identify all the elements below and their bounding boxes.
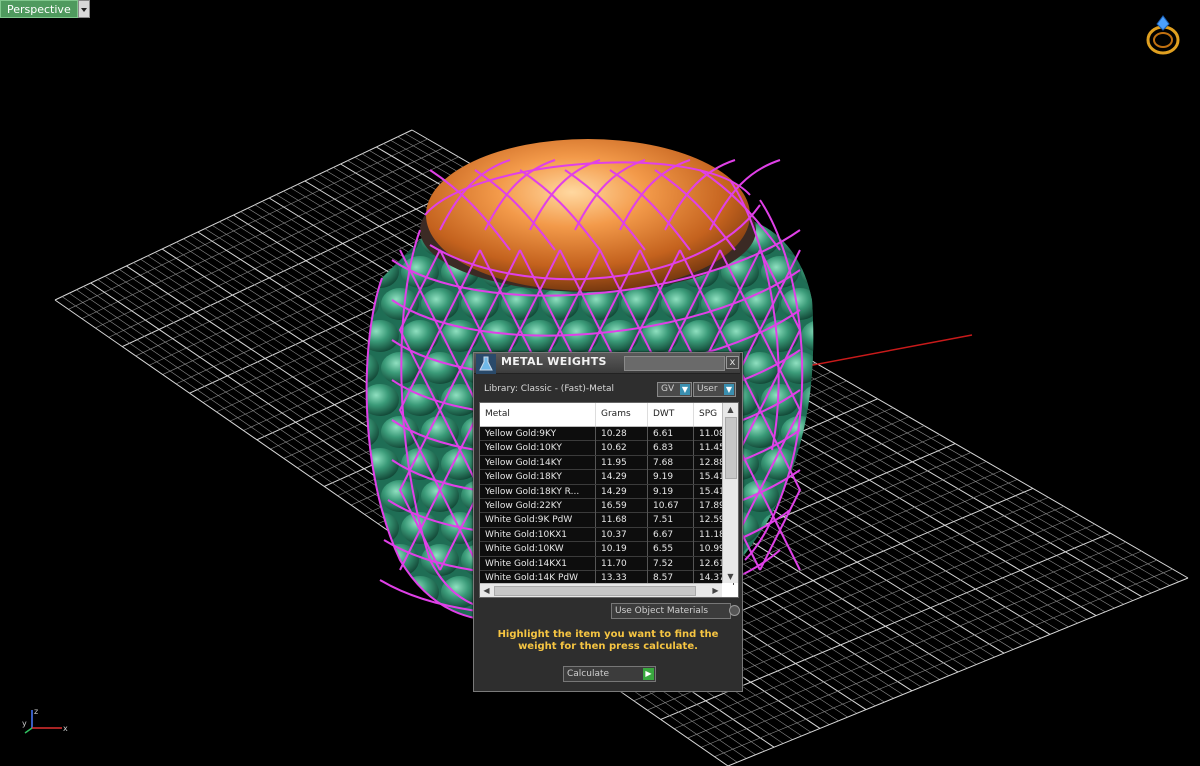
gv-label: GV (661, 384, 675, 394)
scroll-down-icon[interactable]: ▼ (723, 570, 738, 583)
dwt-cell: 7.51 (648, 513, 694, 528)
scroll-up-icon[interactable]: ▲ (723, 403, 738, 416)
column-header-dwt[interactable]: DWT (648, 403, 694, 426)
close-button[interactable]: x (726, 356, 739, 369)
column-header-metal[interactable]: Metal (480, 403, 596, 426)
axis-x-label: x (63, 724, 68, 733)
play-icon[interactable]: ▶ (643, 668, 654, 680)
table-row[interactable]: White Gold:14KX1 11.70 7.52 12.61 (480, 556, 734, 571)
metal-cell: Yellow Gold:22KY (480, 498, 596, 513)
user-dropdown-icon[interactable]: ▼ (724, 384, 734, 395)
use-object-materials-checkbox[interactable] (729, 605, 740, 616)
user-dropdown[interactable]: User ▼ (693, 382, 736, 397)
dwt-cell: 6.61 (648, 427, 694, 441)
vertical-scrollbar[interactable]: ▲ ▼ (722, 403, 738, 583)
table-row[interactable]: Yellow Gold:18KY R... 14.29 9.19 15.41 (480, 484, 734, 499)
grams-cell: 11.68 (596, 513, 648, 528)
metal-cell: Yellow Gold:14KY (480, 455, 596, 470)
axis-y-label: y (22, 719, 27, 728)
dwt-cell: 7.68 (648, 455, 694, 470)
metal-cell: Yellow Gold:9KY (480, 427, 596, 441)
dwt-cell: 6.67 (648, 527, 694, 542)
grams-cell: 10.62 (596, 441, 648, 456)
table-row[interactable]: Yellow Gold:22KY 16.59 10.67 17.89 (480, 498, 734, 514)
gv-dropdown[interactable]: GV ▼ (657, 382, 692, 397)
grams-cell: 11.70 (596, 556, 648, 571)
metal-cell: Yellow Gold:18KY (480, 470, 596, 485)
library-label: Library: Classic - (Fast)-Metal (484, 384, 615, 394)
grams-cell: 14.29 (596, 470, 648, 485)
grams-cell: 10.28 (596, 427, 648, 441)
column-header-grams[interactable]: Grams (596, 403, 648, 426)
scroll-right-icon[interactable]: ▶ (709, 584, 722, 597)
calculate-button[interactable]: Calculate ▶ (563, 666, 656, 682)
metal-cell: White Gold:10KX1 (480, 527, 596, 542)
use-object-materials-field[interactable]: Use Object Materials (611, 603, 731, 619)
dwt-cell: 6.83 (648, 441, 694, 456)
titlebar-field (624, 356, 725, 371)
dwt-cell: 7.52 (648, 556, 694, 571)
horizontal-scroll-thumb[interactable] (494, 586, 696, 596)
horizontal-scrollbar[interactable]: ◀ ▶ (480, 583, 722, 597)
table-body: Yellow Gold:9KY 10.28 6.61 11.08 Yellow Gold… (480, 427, 734, 586)
calculate-label: Calculate (567, 669, 610, 679)
user-label: User (697, 384, 718, 394)
table-row[interactable]: Yellow Gold:9KY 10.28 6.61 11.08 (480, 427, 734, 442)
table-row[interactable]: White Gold:10KX1 10.37 6.67 11.18 (480, 527, 734, 543)
table-row[interactable]: White Gold:9K PdW 11.68 7.51 12.59 (480, 513, 734, 528)
metal-cell: White Gold:9K PdW (480, 513, 596, 528)
dwt-cell: 9.19 (648, 484, 694, 499)
metal-cell: White Gold:10KW (480, 542, 596, 557)
grams-cell: 10.37 (596, 527, 648, 542)
scroll-left-icon[interactable]: ◀ (480, 584, 493, 597)
vertical-scroll-thumb[interactable] (725, 417, 737, 479)
table-row[interactable]: Yellow Gold:10KY 10.62 6.83 11.45 (480, 441, 734, 456)
metal-cell: Yellow Gold:10KY (480, 441, 596, 456)
perspective-viewport[interactable]: Perspective z y x METAL WEIGHTS x Librar… (0, 0, 1200, 766)
dwt-cell: 9.19 (648, 470, 694, 485)
table-row[interactable]: Yellow Gold:18KY 14.29 9.19 15.41 (480, 470, 734, 485)
grams-cell: 14.29 (596, 484, 648, 499)
dialog-title: METAL WEIGHTS (501, 355, 607, 368)
metal-weights-dialog[interactable]: METAL WEIGHTS x Library: Classic - (Fast… (473, 352, 743, 692)
metal-cell: Yellow Gold:18KY R... (480, 484, 596, 499)
metal-cell: White Gold:14KX1 (480, 556, 596, 571)
grams-cell: 10.19 (596, 542, 648, 557)
dwt-cell: 10.67 (648, 498, 694, 513)
instruction-text: Highlight the item you want to find the … (497, 629, 719, 652)
viewport-label[interactable]: Perspective (0, 0, 90, 18)
table-row[interactable]: White Gold:10KW 10.19 6.55 10.99 (480, 542, 734, 557)
viewport-label-text[interactable]: Perspective (0, 0, 78, 18)
metal-table[interactable]: Metal Grams DWT SPG Yellow Gold:9KY 10.28… (479, 402, 739, 598)
viewport-dropdown-icon[interactable] (77, 0, 90, 18)
gv-dropdown-icon[interactable]: ▼ (680, 384, 690, 395)
dialog-titlebar[interactable]: METAL WEIGHTS x (474, 353, 740, 374)
table-row[interactable]: Yellow Gold:14KY 11.95 7.68 12.88 (480, 455, 734, 471)
dwt-cell: 6.55 (648, 542, 694, 557)
grams-cell: 11.95 (596, 455, 648, 470)
table-header: Metal Grams DWT SPG (480, 403, 734, 427)
flask-icon (476, 354, 496, 374)
axis-gizmo: z y x (22, 707, 68, 734)
axis-z-label: z (34, 707, 38, 716)
ring-logo-icon (1146, 15, 1180, 55)
grams-cell: 16.59 (596, 498, 648, 513)
